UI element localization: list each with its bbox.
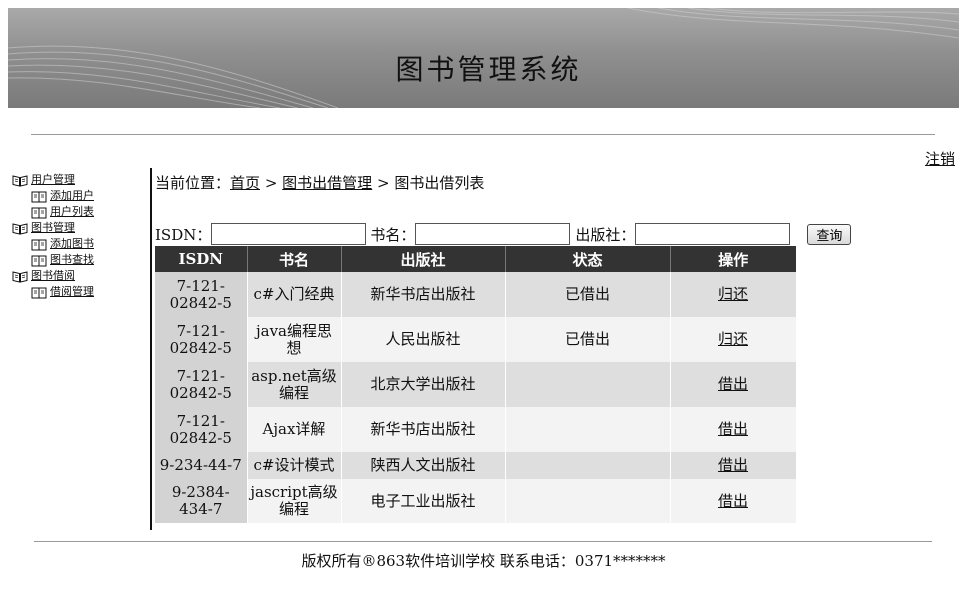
column-header-isdn: ISDN [155, 246, 248, 272]
open-book-icon [12, 222, 28, 235]
sidebar-item-label: 添加图书 [50, 237, 94, 250]
cell-action: 归还 [670, 317, 797, 362]
cell-isdn: 7-121-02842-5 [155, 362, 248, 407]
footer-divider [34, 541, 932, 542]
table-row: 7-121-02842-5 java编程思想 人民出版社 已借出 归还 [155, 317, 797, 362]
return-link[interactable]: 归还 [718, 330, 748, 348]
open-book-icon [12, 174, 28, 187]
return-link[interactable]: 归还 [718, 285, 748, 303]
isdn-label: ISDN： [155, 225, 212, 244]
open-book-icon [12, 270, 28, 283]
book-icon [31, 191, 47, 202]
content-divider [150, 168, 152, 530]
system-title: 图书管理系统 [395, 53, 582, 86]
publisher-label: 出版社： [575, 225, 636, 244]
breadcrumb: 当前位置：首页 > 图书出借管理 > 图书出借列表 [155, 172, 484, 193]
header-banner: 图书管理系统 [8, 8, 959, 108]
book-icon [31, 287, 47, 298]
lend-link[interactable]: 借出 [718, 375, 748, 393]
column-header-action: 操作 [670, 246, 796, 272]
breadcrumb-home-link[interactable]: 首页 [230, 174, 260, 192]
cell-status: 已借出 [505, 272, 671, 317]
sidebar-group-label: 图书借阅 [31, 269, 75, 282]
table-row: 7-121-02842-5 Ajax详解 新华书店出版社 借出 [155, 407, 797, 452]
cell-book-name: jascript高级编程 [247, 479, 342, 523]
cell-status [505, 407, 671, 452]
breadcrumb-current: 图书出借列表 [394, 174, 485, 192]
isdn-input[interactable] [211, 223, 367, 245]
cell-book-name: c#设计模式 [247, 452, 342, 479]
top-divider [31, 134, 935, 135]
sidebar-item-label: 添加用户 [50, 189, 94, 202]
search-bar: ISDN： 书名： 出版社： 查询 [155, 222, 852, 246]
book-name-label: 书名： [370, 225, 416, 244]
cell-publisher: 新华书店出版社 [341, 407, 506, 452]
cell-isdn: 9-2384-434-7 [155, 479, 248, 523]
sidebar-item-find-book[interactable]: 图书查找 [12, 252, 147, 268]
cell-isdn: 7-121-02842-5 [155, 407, 248, 452]
book-lending-table: ISDN 书名 出版社 状态 操作 7-121-02842-5 c#入门经典 新… [155, 246, 797, 523]
column-header-publisher: 出版社 [341, 246, 506, 272]
cell-status [505, 452, 671, 479]
cell-publisher: 人民出版社 [341, 317, 506, 362]
cell-book-name: c#入门经典 [247, 272, 342, 317]
sidebar-item-add-book[interactable]: 添加图书 [12, 236, 147, 252]
table-row: 7-121-02842-5 asp.net高级编程 北京大学出版社 借出 [155, 362, 797, 407]
sidebar-group-book-borrowing[interactable]: 图书借阅 [12, 268, 147, 284]
cell-isdn: 7-121-02842-5 [155, 272, 248, 317]
cell-action: 借出 [670, 407, 797, 452]
sidebar-item-label: 用户列表 [50, 205, 94, 218]
cell-action: 借出 [670, 362, 797, 407]
sidebar-item-user-list[interactable]: 用户列表 [12, 204, 147, 220]
sidebar-item-label: 图书查找 [50, 253, 94, 266]
cell-status [505, 362, 671, 407]
sidebar-item-label: 借阅管理 [50, 285, 94, 298]
cell-status [505, 479, 671, 523]
sidebar-item-add-user[interactable]: 添加用户 [12, 188, 147, 204]
table-header-row: ISDN 书名 出版社 状态 操作 [155, 246, 796, 272]
cell-action: 归还 [670, 272, 797, 317]
table-row: 9-234-44-7 c#设计模式 陕西人文出版社 借出 [155, 452, 797, 479]
cell-isdn: 9-234-44-7 [155, 452, 248, 479]
sidebar-group-book-management[interactable]: 图书管理 [12, 220, 147, 236]
lend-link[interactable]: 借出 [718, 456, 748, 474]
sidebar-group-label: 图书管理 [31, 221, 75, 234]
cell-book-name: asp.net高级编程 [247, 362, 342, 407]
book-icon [31, 207, 47, 218]
breadcrumb-separator: > [264, 174, 278, 192]
copyright-footer: 版权所有®863软件培训学校 联系电话：0371******* [301, 552, 666, 570]
book-icon [31, 255, 47, 266]
column-header-name: 书名 [247, 246, 342, 272]
cell-action: 借出 [670, 452, 797, 479]
cell-publisher: 新华书店出版社 [341, 272, 506, 317]
book-icon [31, 239, 47, 250]
cell-book-name: Ajax详解 [247, 407, 342, 452]
breadcrumb-prefix: 当前位置： [155, 174, 231, 192]
cell-publisher: 电子工业出版社 [341, 479, 506, 523]
breadcrumb-separator: > [376, 174, 390, 192]
cell-status: 已借出 [505, 317, 671, 362]
cell-publisher: 陕西人文出版社 [341, 452, 506, 479]
lend-link[interactable]: 借出 [718, 420, 748, 438]
publisher-input[interactable] [635, 223, 791, 245]
sidebar-group-label: 用户管理 [31, 173, 75, 186]
lend-link[interactable]: 借出 [718, 492, 748, 510]
book-name-input[interactable] [415, 223, 571, 245]
cell-book-name: java编程思想 [247, 317, 342, 362]
sidebar-item-borrow-management[interactable]: 借阅管理 [12, 284, 147, 300]
query-button[interactable]: 查询 [807, 223, 852, 245]
cell-isdn: 7-121-02842-5 [155, 317, 248, 362]
breadcrumb-section-link[interactable]: 图书出借管理 [282, 174, 372, 192]
cell-action: 借出 [670, 479, 797, 523]
sidebar-group-user-management[interactable]: 用户管理 [12, 172, 147, 188]
table-row: 9-2384-434-7 jascript高级编程 电子工业出版社 借出 [155, 479, 797, 523]
table-row: 7-121-02842-5 c#入门经典 新华书店出版社 已借出 归还 [155, 272, 797, 317]
sidebar-tree: 用户管理 添加用户 用户列表 图书管理 添加图书 图书查找 图书借阅 借阅管理 [12, 172, 147, 300]
logout-link[interactable]: 注销 [925, 148, 955, 169]
cell-publisher: 北京大学出版社 [341, 362, 506, 407]
column-header-status: 状态 [505, 246, 671, 272]
